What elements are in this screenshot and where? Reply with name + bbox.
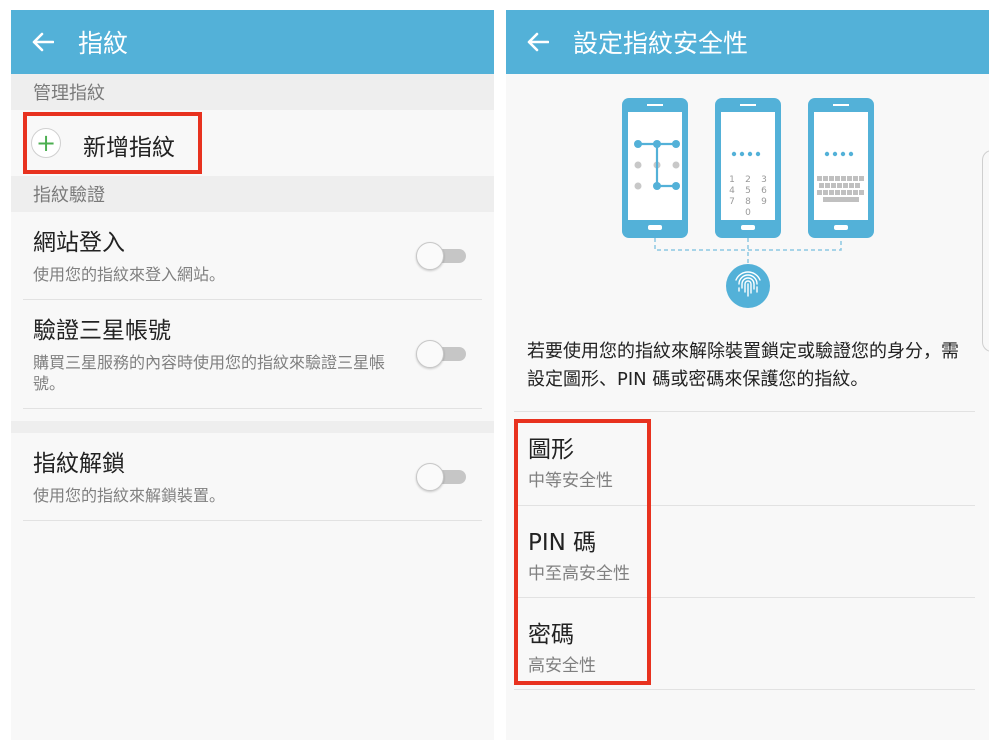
password-phone-icon [808,98,874,238]
add-fingerprint-button[interactable]: + 新增指紋 [11,110,494,176]
plus-icon: + [31,128,61,158]
svg-text:1: 1 [729,175,735,185]
setting-description: 使用您的指紋來解鎖裝置。 [33,486,226,505]
fingerprint-unlock-toggle[interactable] [416,462,468,491]
add-fingerprint-label: 新增指紋 [83,135,175,161]
section-divider [11,421,494,433]
svg-text:0: 0 [745,208,751,218]
web-signin-toggle[interactable] [416,241,468,270]
section-header-verify: 指紋驗證 [11,176,494,212]
svg-text:7: 7 [729,197,735,207]
svg-text:8: 8 [745,197,751,207]
svg-text:5: 5 [745,186,751,196]
setting-title: 網站登入 [33,230,125,256]
app-bar: 指紋 [11,10,494,74]
page-title: 指紋 [78,29,129,58]
svg-text:6: 6 [761,186,767,196]
back-arrow-icon[interactable] [525,29,551,55]
section-header-manage: 管理指紋 [11,74,494,110]
setting-description: 使用您的指紋來登入網站。 [33,265,226,284]
verify-samsung-account-toggle[interactable] [416,340,468,368]
security-description: 若要使用您的指紋來解除裝置鎖定或驗證您的身分，需設定圖形、PIN 碼或密碼來保護… [527,341,959,390]
svg-text:9: 9 [761,197,767,207]
app-bar: 設定指紋安全性 [506,10,989,74]
back-arrow-icon[interactable] [30,29,56,55]
pin-phone-icon: 1 2 3 4 5 6 7 8 9 0 [715,98,781,238]
fingerprint-security-screen: 設定指紋安全性 1 2 3 4 5 6 7 8 9 0 若要使用您的指紋來解除裝… [506,10,989,740]
setting-description: 購買三星服務的內容時使用您的指紋來驗證三星帳號。 [33,353,386,393]
svg-text:2: 2 [745,175,751,185]
lock-methods-illustration: 1 2 3 4 5 6 7 8 9 0 [622,98,874,308]
svg-text:3: 3 [761,175,767,185]
divider [514,689,975,690]
setting-title: 指紋解鎖 [33,451,125,477]
setting-verify-samsung-account[interactable]: 驗證三星帳號 購買三星服務的內容時使用您的指紋來驗證三星帳號。 [23,300,482,409]
setting-title: 驗證三星帳號 [33,318,171,344]
fingerprint-icon [726,264,770,308]
svg-text:4: 4 [729,186,735,196]
pattern-phone-icon [622,98,688,238]
setting-web-signin[interactable]: 網站登入 使用您的指紋來登入網站。 [23,212,482,300]
page-title: 設定指紋安全性 [573,29,749,58]
fingerprint-screen: 指紋 管理指紋 + 新增指紋 指紋驗證 網站登入 使用您的指紋來登入網站。 驗證… [11,10,494,740]
setting-fingerprint-unlock[interactable]: 指紋解鎖 使用您的指紋來解鎖裝置。 [23,433,482,521]
divider [514,411,975,412]
highlight-box [514,419,651,685]
